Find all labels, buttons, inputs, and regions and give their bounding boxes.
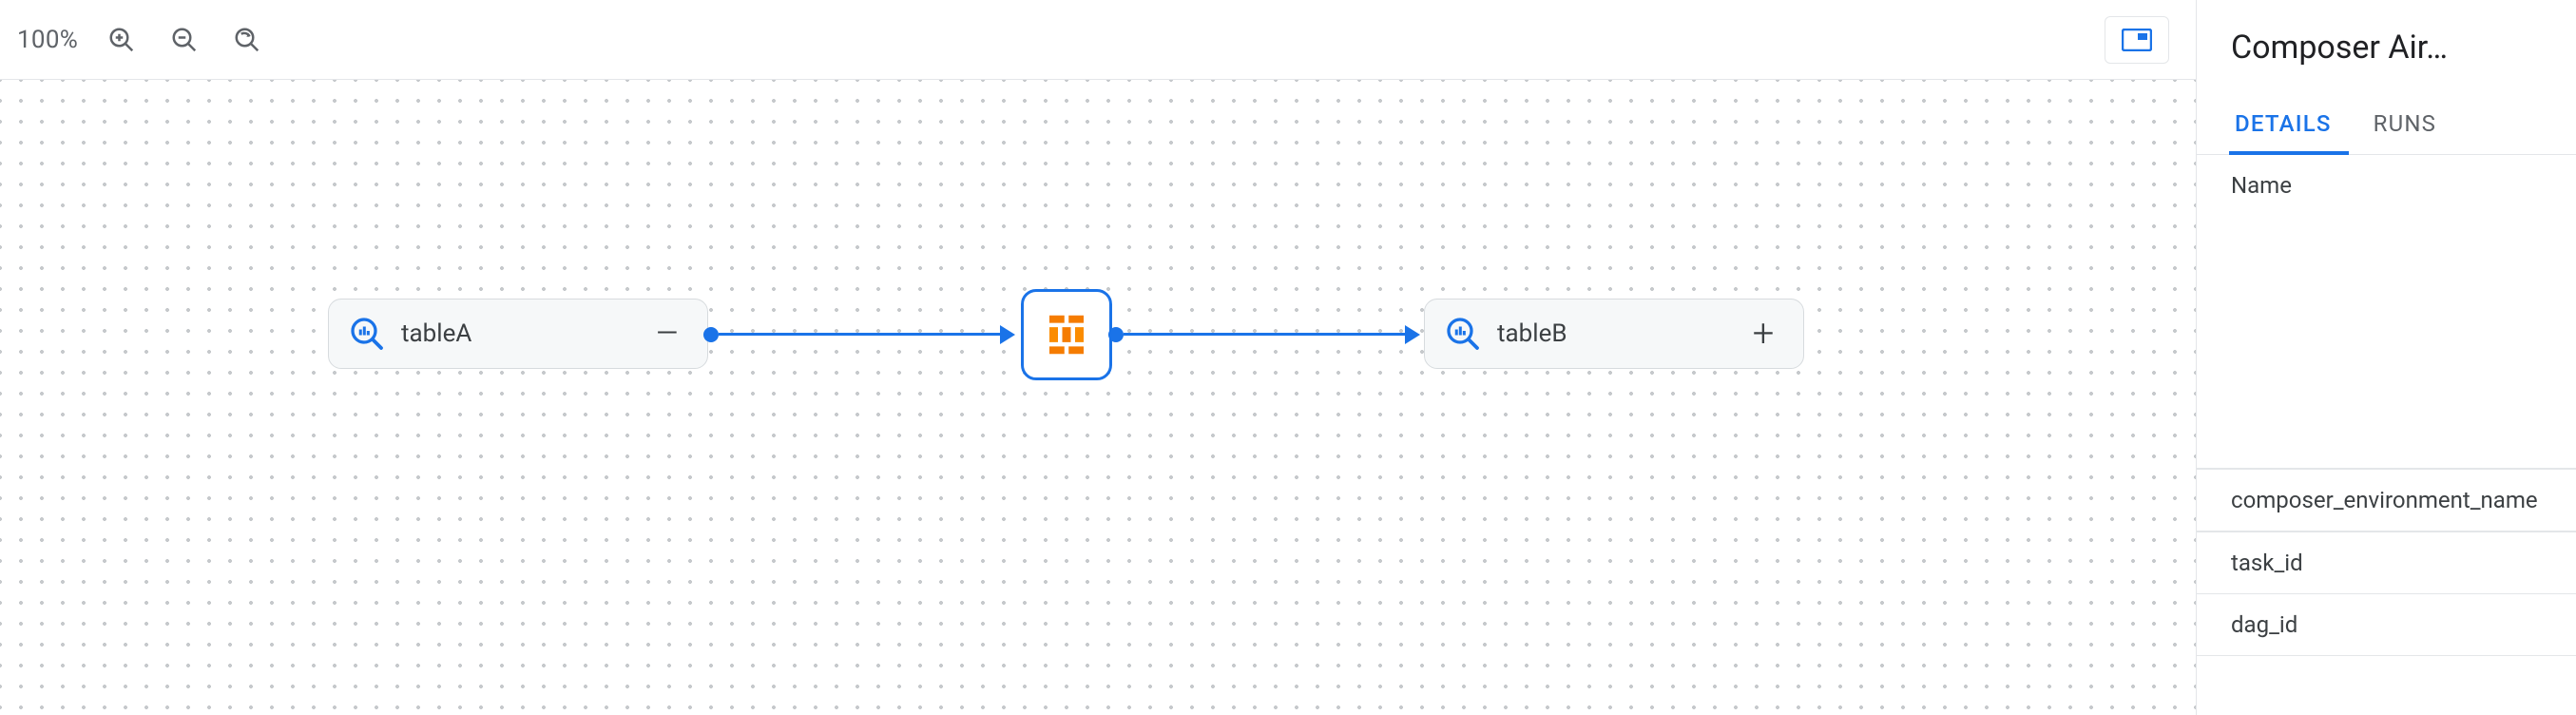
minimap-icon: [2122, 29, 2152, 51]
lineage-canvas[interactable]: tableA –: [0, 80, 2196, 715]
edge: [1124, 333, 1409, 336]
details-panel: Composer Air… DETAILS RUNS Name composer…: [2196, 0, 2576, 715]
panel-tabs: DETAILS RUNS: [2197, 91, 2576, 155]
zoom-in-button[interactable]: [103, 21, 141, 59]
output-port[interactable]: [1108, 327, 1124, 342]
zoom-out-button[interactable]: [165, 21, 203, 59]
zoom-in-icon: [107, 26, 136, 54]
panel-title: Composer Air…: [2197, 0, 2576, 91]
node-table-b[interactable]: tableB +: [1424, 299, 1804, 369]
collapse-button[interactable]: –: [652, 315, 682, 353]
zoom-reset-button[interactable]: [228, 21, 266, 59]
output-port[interactable]: [703, 327, 719, 342]
canvas-toolbar: 100%: [0, 0, 2196, 80]
panel-resize-handle[interactable]: [2196, 334, 2197, 381]
zoom-level: 100%: [17, 26, 78, 54]
bigquery-icon: [350, 317, 384, 351]
field-dag-id: dag_id: [2197, 594, 2576, 656]
tab-details[interactable]: DETAILS: [2197, 91, 2353, 154]
edge: [719, 333, 1004, 336]
field-task-id: task_id: [2197, 532, 2576, 594]
bigquery-icon: [1446, 317, 1480, 351]
minimap-toggle[interactable]: [2105, 16, 2169, 64]
arrowhead-icon: [1000, 325, 1015, 344]
field-name: Name: [2197, 155, 2576, 469]
tab-runs[interactable]: RUNS: [2353, 91, 2458, 154]
arrowhead-icon: [1405, 325, 1420, 344]
zoom-reset-icon: [233, 26, 261, 54]
node-label: tableA: [401, 319, 635, 348]
field-composer-env: composer_environment_name: [2197, 470, 2576, 531]
composer-icon: [1038, 306, 1095, 363]
node-composer-task[interactable]: [1021, 289, 1112, 380]
node-table-a[interactable]: tableA –: [328, 299, 708, 369]
node-label: tableB: [1497, 319, 1731, 348]
expand-button[interactable]: +: [1748, 315, 1778, 353]
zoom-out-icon: [170, 26, 199, 54]
